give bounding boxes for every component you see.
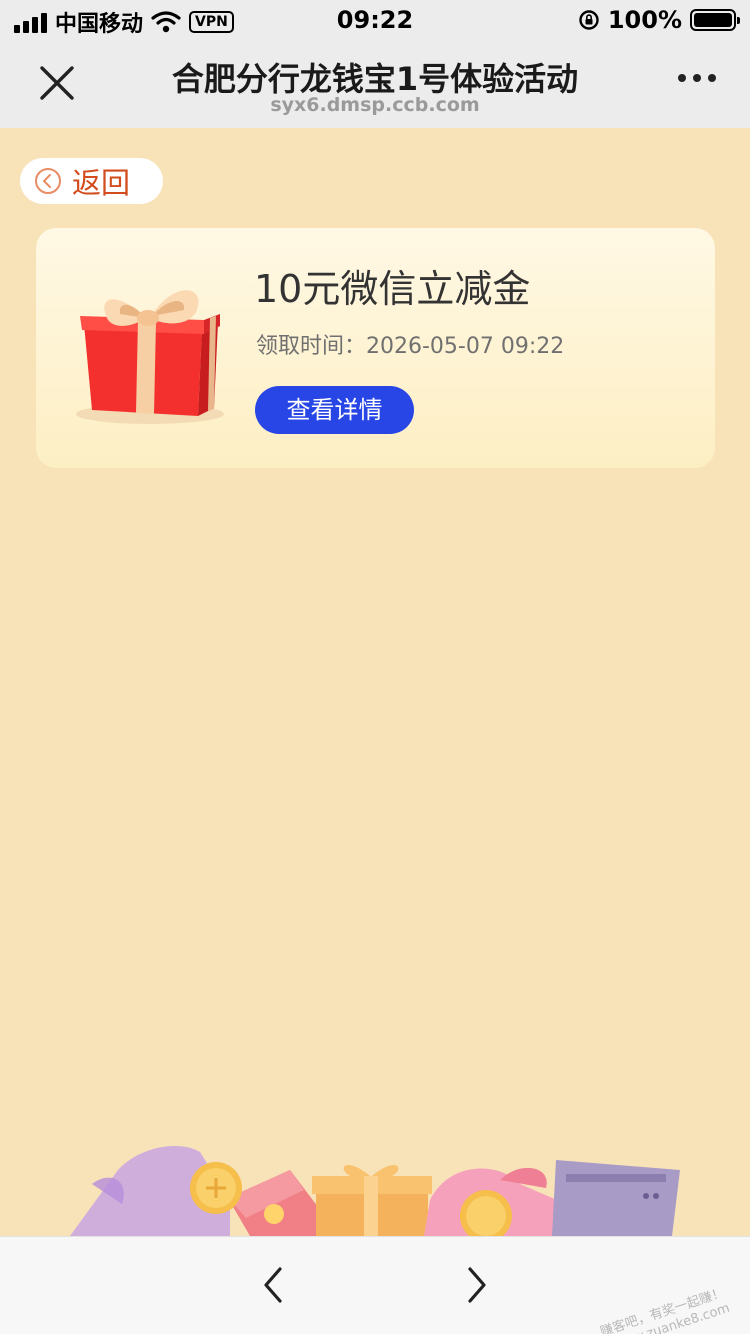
rotation-lock-icon <box>579 10 599 30</box>
chevron-right-icon[interactable] <box>458 1265 494 1305</box>
reward-title: 10元微信立减金 <box>254 267 531 311</box>
status-right: 100% <box>578 6 740 34</box>
watermark: 赚客吧，有奖一起赚！ www.zuanke8.com <box>598 1286 732 1334</box>
status-bar: 中国移动 VPN 09:22 100% <box>0 0 750 40</box>
receive-time: 领取时间：2026-05-07 09:22 <box>256 334 565 359</box>
battery-percent: 100% <box>607 6 682 34</box>
chevron-left-icon[interactable] <box>256 1265 292 1305</box>
gift-box-icon <box>76 290 224 424</box>
decorative-gifts-illustration <box>70 1146 680 1236</box>
back-button-label: 返回 <box>72 166 131 200</box>
back-button[interactable]: 返回 <box>20 158 163 204</box>
page-url: syx6.dmsp.ccb.com <box>270 94 480 116</box>
reward-card: 10元微信立减金 领取时间：2026-05-07 09:22 查看详情 <box>36 228 715 468</box>
title-bar: 合肥分行龙钱宝1号体验活动 syx6.dmsp.ccb.com <box>0 40 750 128</box>
bottom-navigation: 赚客吧，有奖一起赚！ www.zuanke8.com <box>0 1236 750 1334</box>
back-circle-icon <box>35 168 61 194</box>
more-icon[interactable] <box>678 74 716 82</box>
battery-icon <box>690 9 740 31</box>
view-details-button[interactable]: 查看详情 <box>255 386 414 434</box>
